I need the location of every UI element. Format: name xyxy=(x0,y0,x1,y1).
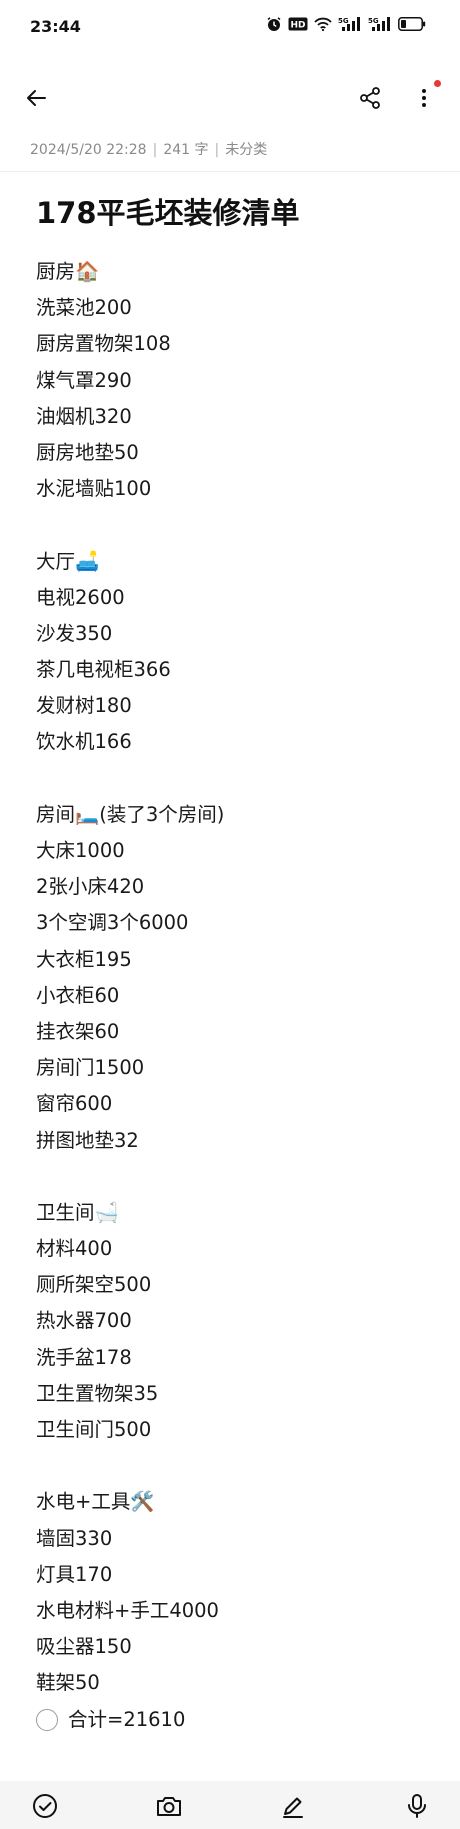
note-line: 房间门1500 xyxy=(36,1056,145,1080)
note-title[interactable]: 178平毛坯装修清单 xyxy=(36,190,300,232)
alarm-icon xyxy=(266,16,282,32)
note-toolbar xyxy=(0,70,460,126)
note-line: 卫生间🛁 xyxy=(36,1200,119,1224)
status-time: 23:44 xyxy=(30,17,81,36)
note-line: 拼图地垫32 xyxy=(36,1128,139,1152)
note-line: 厕所架空500 xyxy=(36,1273,152,1297)
todo-checkbox[interactable] xyxy=(36,1708,58,1731)
note-blank-line xyxy=(36,1448,446,1484)
signal-5g-icon: 5G xyxy=(338,16,362,32)
note-line: 大厅🛋️ xyxy=(36,549,100,573)
note-blank-line xyxy=(36,761,446,797)
note-line: 大衣柜195 xyxy=(36,947,132,971)
camera-icon xyxy=(157,1797,181,1816)
note-line: 3个空调3个6000 xyxy=(36,911,189,935)
status-icons: HD 5G 5G xyxy=(266,16,426,32)
note-line: 电视2600 xyxy=(36,585,125,609)
note-line: 油烟机320 xyxy=(36,404,132,428)
note-line: 大床1000 xyxy=(36,839,125,862)
note-line: 发财树180 xyxy=(36,694,132,718)
share-icon xyxy=(360,87,380,109)
note-line: 沙发350 xyxy=(36,621,113,645)
note-line: 墙固330 xyxy=(36,1526,113,1550)
wifi-icon xyxy=(314,17,332,31)
note-line: 鞋架50 xyxy=(36,1671,100,1695)
camera-button[interactable] xyxy=(154,1791,184,1821)
handwriting-button[interactable] xyxy=(278,1791,308,1821)
note-body[interactable]: 厨房🏠 洗菜池200 厨房置物架108 煤气罩290 油烟机320 厨房地垫50… xyxy=(36,254,446,1738)
status-bar: 23:44 HD 5G 5G xyxy=(0,0,460,56)
hd-label: HD xyxy=(290,21,305,31)
back-button[interactable] xyxy=(14,76,58,120)
note-line: 厨房🏠 xyxy=(36,260,100,283)
bottom-toolbar xyxy=(0,1781,460,1829)
checklist-button[interactable] xyxy=(30,1791,60,1821)
arrow-left-icon xyxy=(27,90,46,106)
more-vertical-icon xyxy=(422,89,426,107)
notification-dot xyxy=(434,80,441,87)
note-line: 挂衣架60 xyxy=(36,1019,120,1043)
note-line: 水电材料+手工4000 xyxy=(36,1598,219,1622)
checkbox-icon xyxy=(33,1794,57,1818)
todo-item: 合计=21610 xyxy=(36,1702,446,1738)
note-line: 灯具170 xyxy=(36,1562,113,1586)
note-blank-line xyxy=(36,1159,446,1195)
note-line: 厨房地垫50 xyxy=(36,440,139,464)
note-line: 卫生置物架35 xyxy=(36,1381,159,1405)
meta-separator: | xyxy=(214,142,220,158)
note-category[interactable]: 未分类 xyxy=(225,142,267,158)
note-line: 洗菜池200 xyxy=(36,296,132,320)
note-datetime: 2024/5/20 22:28 xyxy=(30,142,147,158)
note-line: 材料400 xyxy=(36,1237,113,1261)
note-line: 洗手盆178 xyxy=(36,1345,132,1369)
note-line: 水泥墙贴100 xyxy=(36,477,152,501)
note-line: 卫生间门500 xyxy=(36,1418,152,1441)
note-line: 房间🛏️(装了3个房间) xyxy=(36,802,225,826)
note-line: 热水器700 xyxy=(36,1309,132,1333)
note-line: 厨房置物架108 xyxy=(36,332,171,356)
meta-separator: | xyxy=(152,142,158,158)
note-blank-line xyxy=(36,507,446,543)
note-meta: 2024/5/20 22:28 | 241 字 | 未分类 xyxy=(30,139,267,159)
pen-icon xyxy=(283,1797,303,1818)
signal-5g-label: 5G xyxy=(338,17,349,25)
note-line: 窗帘600 xyxy=(36,1092,113,1116)
note-line: 吸尘器150 xyxy=(36,1635,132,1659)
note-line: 茶几电视柜366 xyxy=(36,658,171,682)
todo-text: 合计=21610 xyxy=(68,1707,186,1731)
note-line: 2张小床420 xyxy=(36,875,145,899)
battery-icon xyxy=(398,17,426,31)
hd-icon: HD xyxy=(288,17,308,31)
share-button[interactable] xyxy=(348,76,392,120)
note-word-count: 241 字 xyxy=(163,142,209,158)
microphone-icon xyxy=(408,1794,426,1818)
divider xyxy=(0,171,460,172)
voice-button[interactable] xyxy=(402,1791,432,1821)
note-line: 饮水机166 xyxy=(36,730,132,754)
note-line: 水电+工具🛠️ xyxy=(36,1490,155,1514)
signal-5g-label: 5G xyxy=(368,17,379,25)
note-line: 煤气罩290 xyxy=(36,368,132,392)
signal-5g-icon: 5G xyxy=(368,16,392,32)
note-line: 小衣柜60 xyxy=(36,983,120,1007)
